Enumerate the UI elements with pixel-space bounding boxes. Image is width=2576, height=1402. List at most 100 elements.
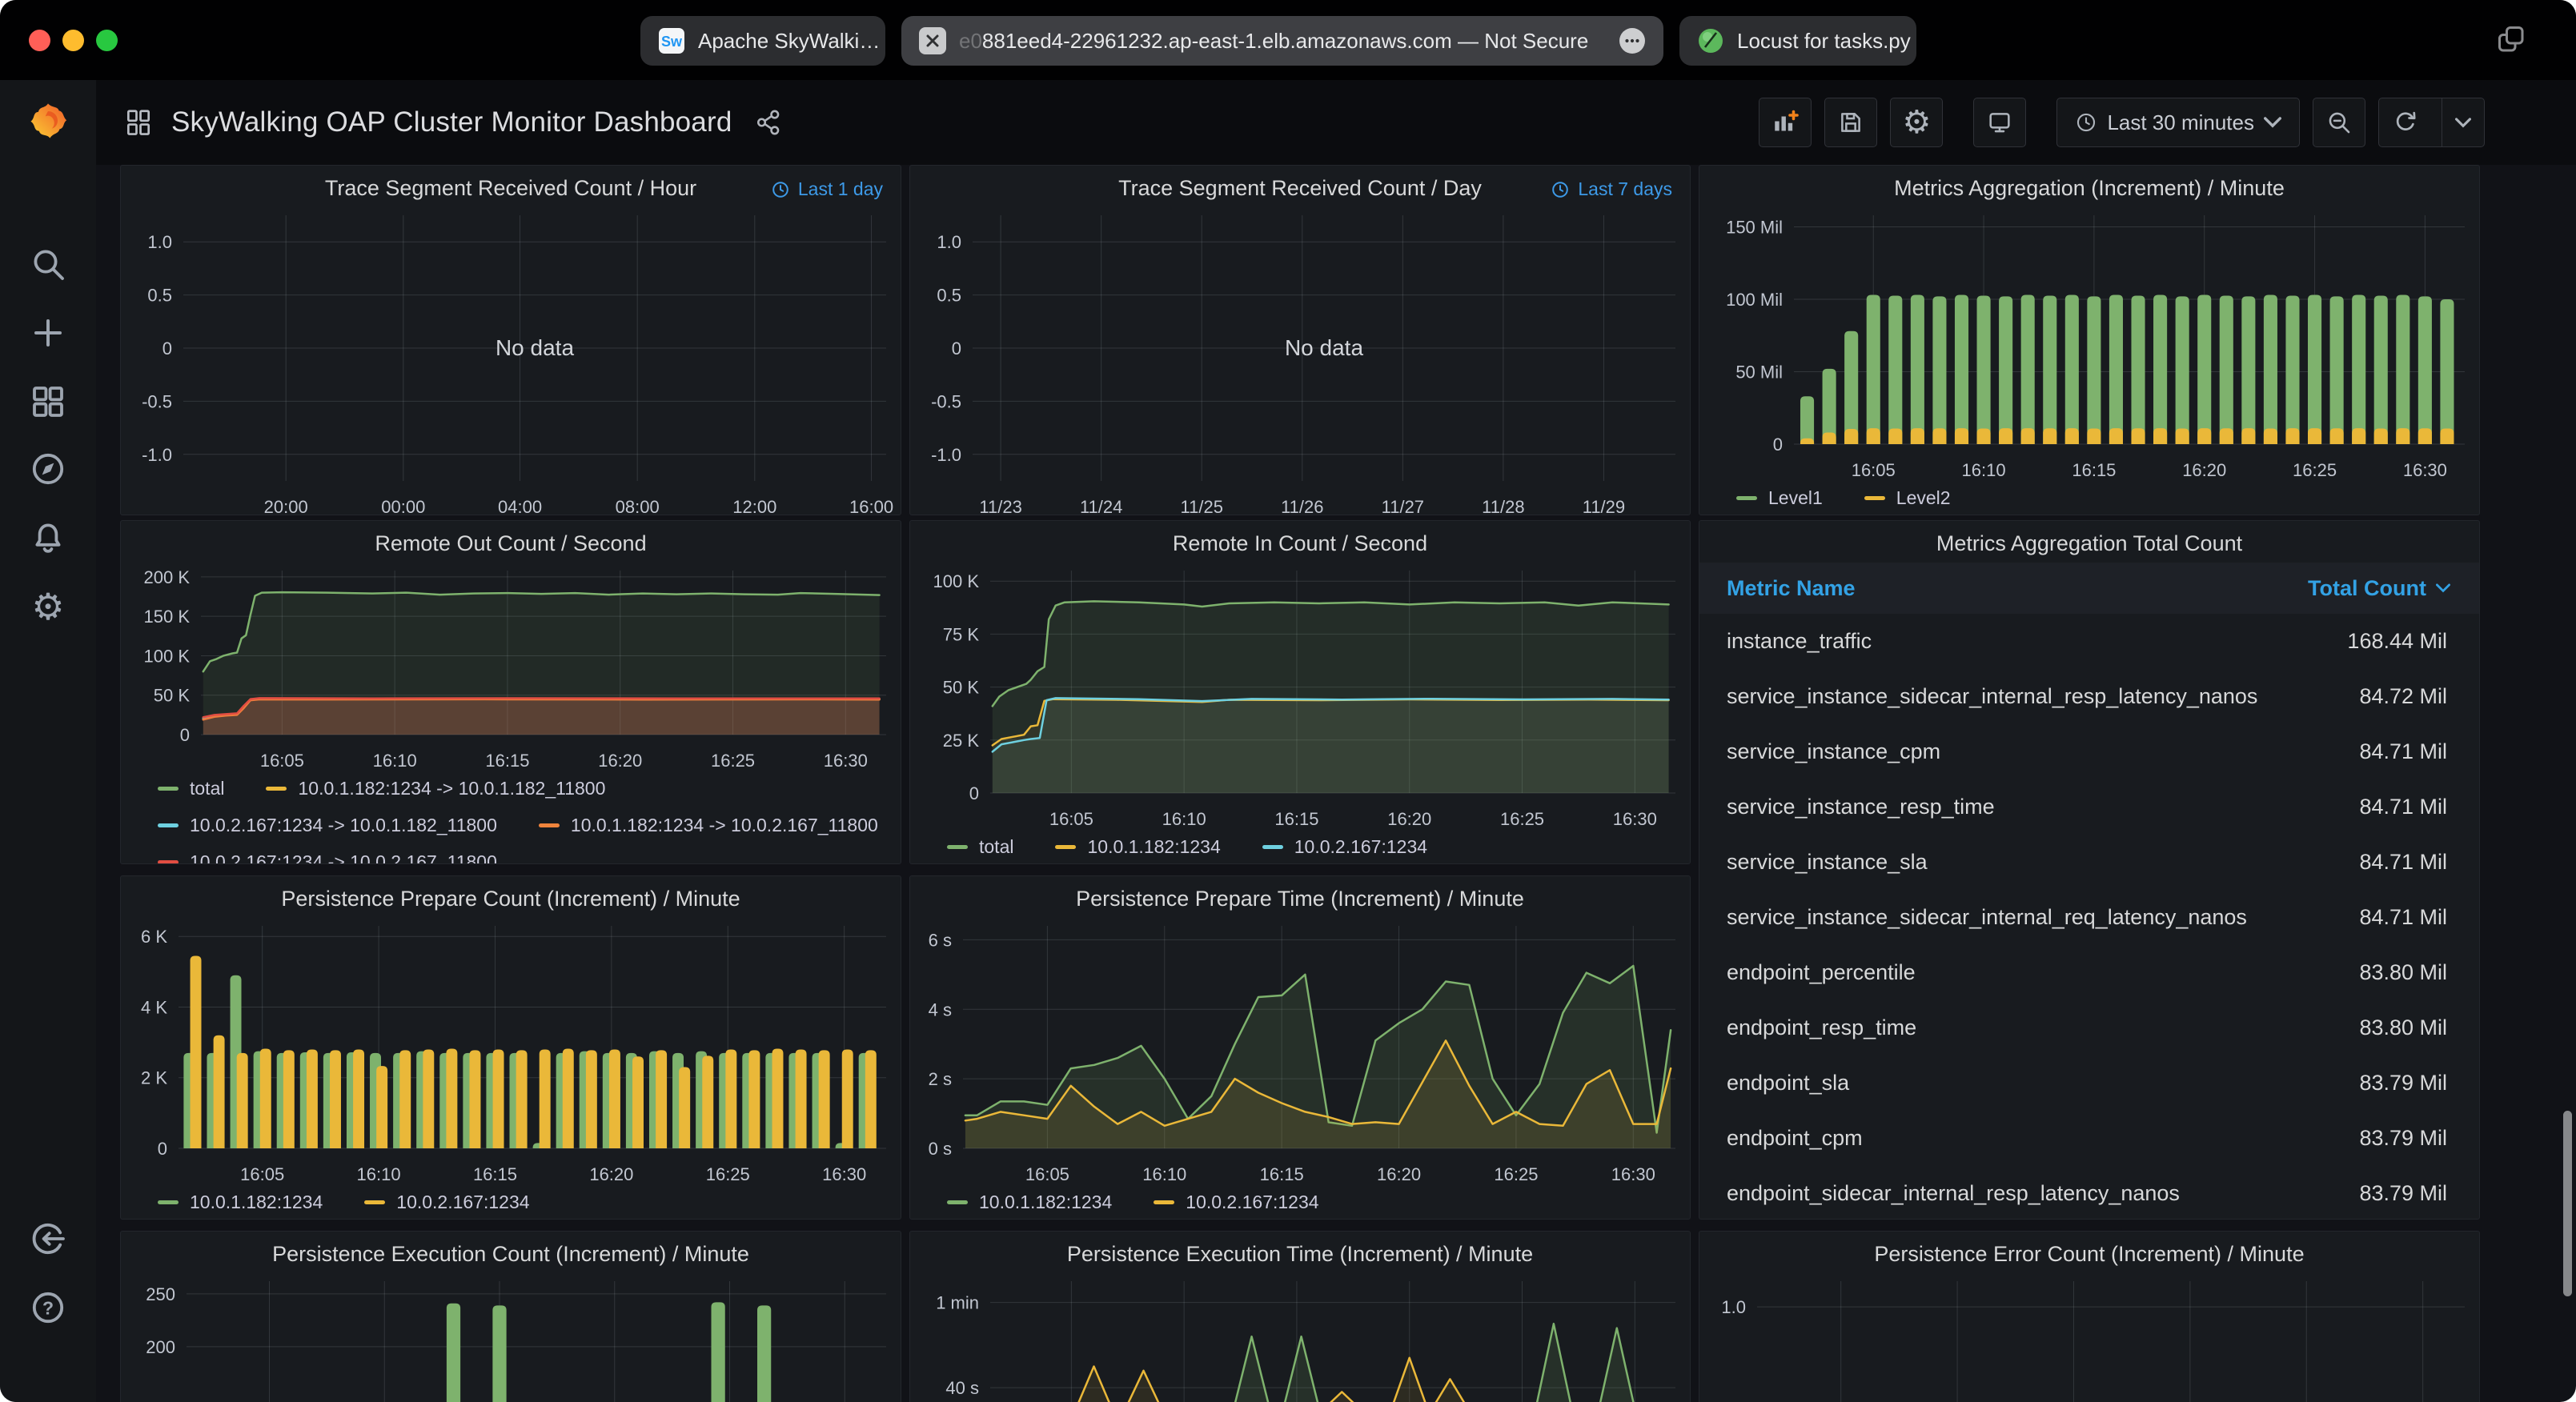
alerting-bell-icon[interactable] [29,519,67,557]
tab-apache-skywalking[interactable]: Sw Apache SkyWalki… [640,16,885,66]
metric-name-cell: endpoint_sidecar_internal_resp_latency_n… [1699,1181,2359,1206]
table-header-total-count[interactable]: Total Count [2308,576,2479,601]
refresh-interval-dropdown[interactable] [2442,98,2484,146]
legend-label: 10.0.2.167:1234 [1294,836,1427,858]
configuration-gear-icon[interactable]: ⚙ [29,587,67,626]
add-panel-button[interactable] [1759,98,1812,147]
chart-canvas: 1 min40 s [910,1273,1690,1402]
svg-text:11/28: 11/28 [1482,497,1524,515]
window-minimize-button[interactable] [62,30,84,51]
legend-item[interactable]: 10.0.2.167:1234 [364,1192,529,1213]
svg-text:16:05: 16:05 [240,1164,284,1184]
zoom-out-button[interactable] [2313,98,2365,147]
legend-item[interactable]: 10.0.2.167:1234 [1154,1192,1318,1213]
legend-item[interactable]: 10.0.1.182:1234 -> 10.0.2.167_11800 [539,815,878,836]
legend-item[interactable]: 10.0.1.182:1234 [1055,836,1220,858]
total-count-cell: 84.71 Mil [2359,739,2479,764]
navbar-controls: ⚙ Last 30 minutes [1759,98,2485,147]
svg-text:No data: No data [1285,335,1363,360]
legend-row: 10.0.2.167:1234 -> 10.0.2.167_11800 [158,843,901,864]
svg-text:16:25: 16:25 [2293,460,2337,479]
svg-text:1 min: 1 min [936,1293,979,1313]
grafana-sidebar: ⚙ ? [0,80,96,1402]
page-scrollbar-thumb[interactable] [2563,1111,2572,1296]
svg-text:?: ? [42,1297,54,1318]
legend-item[interactable]: total [158,778,224,799]
legend-item[interactable]: total [947,836,1013,858]
save-dashboard-button[interactable] [1824,98,1877,147]
panel-title[interactable]: Remote In Count / Second [910,521,1690,563]
legend-item[interactable]: 10.0.1.182:1234 [947,1192,1112,1213]
svg-text:16:15: 16:15 [1260,1164,1304,1184]
chart-canvas: 20:0000:0004:0008:0012:0016:001.00.50-0.… [121,207,901,515]
legend-item[interactable]: 10.0.2.167:1234 -> 10.0.1.182_11800 [158,815,497,836]
grafana-logo[interactable] [23,96,73,146]
tab-options-icon[interactable] [1619,27,1646,54]
svg-text:16:05: 16:05 [1852,460,1896,479]
panel-title[interactable]: Persistence Error Count (Increment) / Mi… [1699,1232,2479,1273]
panel-title[interactable]: Persistence Prepare Count (Increment) / … [121,876,901,918]
panel-title[interactable]: Remote Out Count / Second [121,521,901,563]
legend-row: 10.0.2.167:1234 -> 10.0.1.182_11800 10.0.… [158,807,901,843]
panel-title[interactable]: Metrics Aggregation (Increment) / Minute [1699,166,2479,207]
svg-text:6 K: 6 K [141,927,167,947]
legend-swatch [947,845,968,849]
panel-time-override-link[interactable]: Last 7 days [1551,178,1672,200]
refresh-button[interactable] [2379,98,2432,146]
legend-item[interactable]: 10.0.2.167:1234 [1262,836,1427,858]
svg-text:16:30: 16:30 [1611,1164,1655,1184]
panel-title[interactable]: Persistence Execution Count (Increment) … [121,1232,901,1273]
dashboards-icon[interactable] [29,383,67,421]
legend-item[interactable]: 10.0.1.182:1234 [158,1192,323,1213]
time-range-picker[interactable]: Last 30 minutes [2056,98,2300,147]
panel-title[interactable]: Persistence Execution Time (Increment) /… [910,1232,1690,1273]
legend-label: 10.0.1.182:1234 [1087,836,1220,858]
svg-text:4 s: 4 s [929,999,952,1019]
legend-item[interactable]: Level2 [1864,487,1951,509]
panel-title[interactable]: Persistence Prepare Time (Increment) / M… [910,876,1690,918]
tab-elb-dashboard[interactable]: e0881eed4-22961232.ap-east-1.elb.amazona… [901,16,1663,66]
svg-text:16:20: 16:20 [589,1164,633,1184]
svg-text:100 K: 100 K [144,646,191,666]
tab-locust[interactable]: Locust for tasks.py [1679,16,1916,66]
legend-label: 10.0.1.182:1234 -> 10.0.2.167_11800 [571,815,878,836]
sign-in-icon[interactable] [29,1220,67,1258]
total-count-cell: 168.44 Mil [2347,629,2479,654]
panel-time-override-label: Last 1 day [798,178,883,200]
window-close-button[interactable] [29,30,50,51]
svg-text:16:20: 16:20 [2182,460,2226,479]
svg-text:2 K: 2 K [141,1068,167,1088]
share-icon[interactable] [755,109,782,136]
create-plus-icon[interactable] [29,314,67,352]
dashboard-settings-button[interactable]: ⚙ [1890,98,1943,147]
chart-canvas: 16:0516:1016:1516:2016:2516:30050 K100 K… [121,563,901,770]
tab-overview-icon[interactable] [2496,24,2530,58]
legend-swatch [158,787,179,791]
clock-icon [1551,180,1570,199]
tv-cycle-button[interactable] [1973,98,2026,147]
legend-row: total 10.0.1.182:1234 10.0.2.167:1234 [947,828,1690,864]
svg-text:2 s: 2 s [929,1069,952,1089]
svg-text:150 Mil: 150 Mil [1726,217,1783,237]
table-row: service_instance_sla84.71 Mil [1699,835,2479,890]
panel-title[interactable]: Metrics Aggregation Total Count [1699,521,2479,563]
legend-label: 10.0.1.182:1234 [979,1192,1112,1213]
chart-legend: total 10.0.1.182:1234 10.0.2.167:1234 [910,828,1690,864]
legend-item[interactable]: Level1 [1736,487,1823,509]
legend-item[interactable]: 10.0.1.182:1234 -> 10.0.1.182_11800 [266,778,605,799]
table-row: endpoint_percentile83.80 Mil [1699,945,2479,1000]
svg-text:16:30: 16:30 [822,1164,866,1184]
window-zoom-button[interactable] [96,30,118,51]
legend-item[interactable]: 10.0.2.167:1234 -> 10.0.2.167_11800 [158,851,497,865]
close-tab-icon[interactable] [919,27,946,54]
panel-time-override-link[interactable]: Last 1 day [771,178,883,200]
dashboard-title[interactable]: SkyWalking OAP Cluster Monitor Dashboard [171,106,732,138]
table-row: endpoint_cpm83.79 Mil [1699,1111,2479,1166]
explore-compass-icon[interactable] [29,450,67,488]
svg-text:11/29: 11/29 [1583,497,1625,515]
svg-text:0: 0 [158,1139,167,1159]
svg-text:12:00: 12:00 [732,497,776,515]
search-icon[interactable] [29,245,67,283]
table-header-metric-name[interactable]: Metric Name [1699,576,2308,601]
help-icon[interactable]: ? [29,1288,67,1327]
